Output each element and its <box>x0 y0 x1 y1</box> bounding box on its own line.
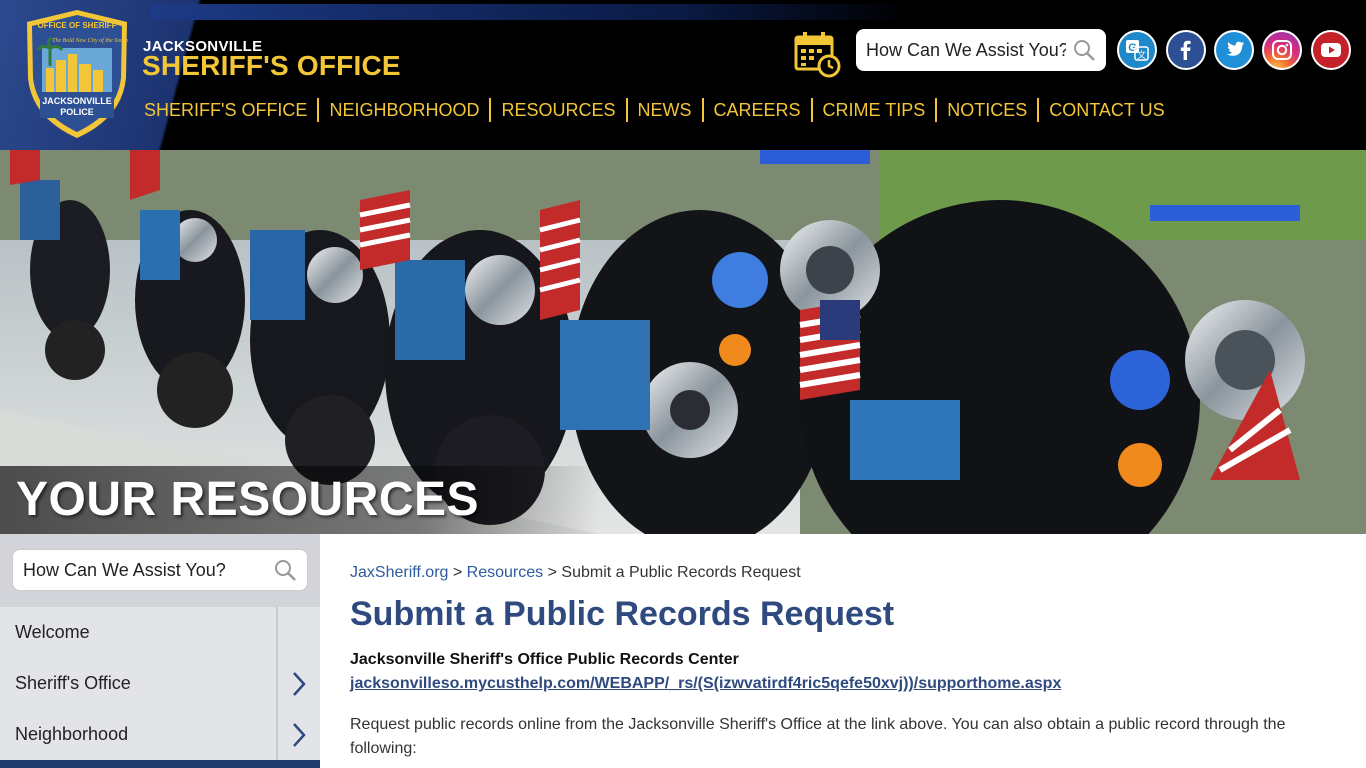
sidebar-active-item-edge <box>0 760 320 768</box>
records-center-title: Jacksonville Sheriff's Office Public Rec… <box>350 651 739 668</box>
svg-text:POLICE: POLICE <box>60 107 94 117</box>
translate-icon[interactable]: G 文 <box>1117 30 1157 70</box>
nav-resources[interactable]: RESOURCES <box>489 98 625 122</box>
twitter-icon[interactable] <box>1214 30 1254 70</box>
records-center-link[interactable]: jacksonvilleso.mycusthelp.com/WEBAPP/_rs… <box>350 675 1061 693</box>
sidebar-expand-button[interactable] <box>276 658 320 709</box>
nav-news[interactable]: NEWS <box>625 98 702 122</box>
main-nav: SHERIFF'S OFFICE NEIGHBORHOOD RESOURCES … <box>134 98 1175 122</box>
nav-notices[interactable]: NOTICES <box>935 98 1037 122</box>
nav-contact-us[interactable]: CONTACT US <box>1037 98 1174 122</box>
sidebar-expand-button[interactable] <box>276 709 320 760</box>
nav-careers[interactable]: CAREERS <box>701 98 811 122</box>
sidebar-item-label: Neighborhood <box>15 724 129 744</box>
breadcrumb-resources-link[interactable]: Resources <box>467 564 543 581</box>
nav-sheriffs-office[interactable]: SHERIFF'S OFFICE <box>134 98 317 122</box>
header-stripe <box>150 4 910 20</box>
facebook-icon[interactable] <box>1166 30 1206 70</box>
breadcrumb-home-link[interactable]: JaxSheriff.org <box>350 564 448 581</box>
badge-top-text: OFFICE OF SHERIFF <box>37 21 116 30</box>
instagram-icon[interactable] <box>1262 30 1302 70</box>
breadcrumb-separator: > <box>547 564 557 581</box>
hero-title: YOUR RESOURCES <box>16 473 480 526</box>
page-title: Submit a Public Records Request <box>350 595 895 633</box>
chevron-right-icon <box>293 671 306 696</box>
svg-text:文: 文 <box>1137 49 1146 61</box>
brand-big-title[interactable]: SHERIFF'S OFFICE <box>142 50 401 82</box>
sheriff-badge-logo[interactable]: OFFICE OF SHERIFF The Bold New City of t… <box>22 8 132 140</box>
header-search-input[interactable] <box>866 39 1066 61</box>
sidebar: Welcome Sheriff's Office Neighborhood <box>0 534 320 768</box>
body-paragraph: Request public records online from the J… <box>350 716 1286 757</box>
badge-motto: The Bold New City of the South <box>52 37 128 44</box>
chevron-right-icon <box>293 722 306 747</box>
sidebar-item-sheriffs-office[interactable]: Sheriff's Office <box>0 658 320 709</box>
breadcrumb: JaxSheriff.org > Resources > Submit a Pu… <box>350 564 801 582</box>
breadcrumb-separator: > <box>452 564 463 581</box>
nav-crime-tips[interactable]: CRIME TIPS <box>810 98 936 122</box>
sidebar-search-area <box>0 534 320 607</box>
svg-text:JACKSONVILLE: JACKSONVILLE <box>42 96 112 106</box>
search-icon[interactable] <box>1072 38 1096 62</box>
breadcrumb-current: Submit a Public Records Request <box>561 564 801 581</box>
youtube-icon[interactable] <box>1311 30 1351 70</box>
sidebar-search-icon[interactable] <box>273 558 297 582</box>
header-search-box <box>856 29 1106 71</box>
site-header: OFFICE OF SHERIFF The Bold New City of t… <box>0 0 1366 150</box>
sidebar-search-box <box>12 549 308 591</box>
sidebar-item-label: Sheriff's Office <box>15 673 131 693</box>
nav-neighborhood[interactable]: NEIGHBORHOOD <box>317 98 489 122</box>
hero-banner: YOUR RESOURCES <box>0 150 1366 534</box>
sidebar-item-welcome[interactable]: Welcome <box>0 607 320 658</box>
sidebar-item-neighborhood[interactable]: Neighborhood <box>0 709 320 760</box>
sidebar-search-input[interactable] <box>23 559 263 581</box>
sidebar-item-label: Welcome <box>15 622 90 642</box>
calendar-clock-icon[interactable] <box>793 30 841 78</box>
sidebar-arrow-column <box>276 607 320 658</box>
